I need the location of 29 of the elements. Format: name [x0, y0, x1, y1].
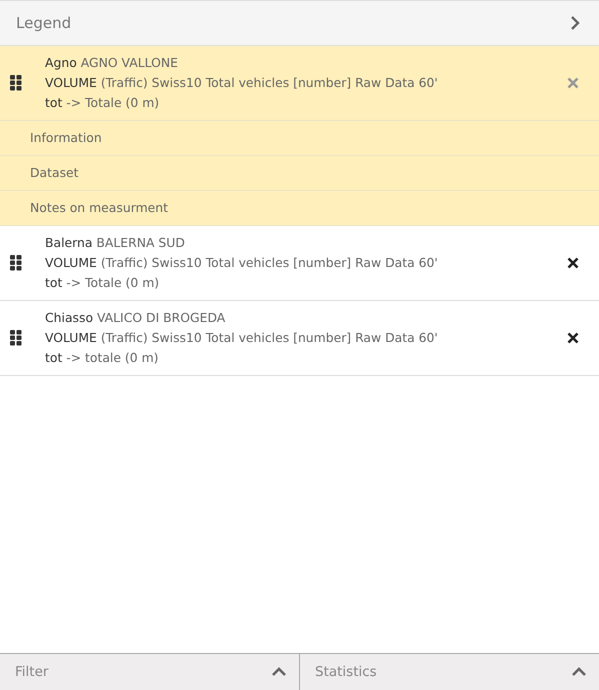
drag-handle-icon[interactable]: [10, 75, 22, 91]
chevron-up-icon: [571, 667, 587, 677]
submenu-item[interactable]: Dataset: [0, 156, 599, 191]
panel-tab[interactable]: Statistics: [299, 654, 599, 690]
drag-handle-icon[interactable]: [10, 255, 22, 271]
station-name: Chiasso VALICO DI BROGEDA: [45, 309, 226, 327]
measure-description: VOLUME (Traffic) Swiss10 Total vehicles [number] Raw Data 60': [45, 254, 439, 272]
chevron-up-icon: [271, 667, 287, 677]
measure-description: VOLUME (Traffic) Swiss10 Total vehicles [number] Raw Data 60': [45, 74, 439, 92]
panel-tab[interactable]: Filter: [0, 654, 299, 690]
sensor-info: tot -> Totale (0 m): [45, 274, 160, 292]
legend-entry[interactable]: Balerna BALERNA SUD VOLUME (Traffic) Swiss10 Total vehicles [number] Raw Data 60' tot -> Totale (0 m): [0, 226, 599, 301]
sensor-info: tot -> totale (0 m): [45, 349, 160, 367]
panel-title: Filter: [15, 664, 48, 680]
chevron-right-icon: [569, 15, 581, 31]
close-icon[interactable]: [567, 332, 579, 344]
panel-title: Statistics: [315, 664, 377, 680]
sensor-info: tot -> Totale (0 m): [45, 94, 160, 112]
measure-description: VOLUME (Traffic) Swiss10 Total vehicles [number] Raw Data 60': [45, 329, 439, 347]
close-icon[interactable]: [567, 257, 579, 269]
legend-entry[interactable]: Agno AGNO VALLONE VOLUME (Traffic) Swiss10 Total vehicles [number] Raw Data 60' tot -> Totale (0 m): [0, 46, 599, 121]
submenu-item[interactable]: Notes on measurment: [0, 191, 599, 226]
legend-title: Legend: [16, 14, 72, 32]
station-name: Agno AGNO VALLONE: [45, 54, 179, 72]
station-name: Balerna BALERNA SUD: [45, 234, 186, 252]
legend-header[interactable]: Legend: [0, 0, 599, 46]
drag-handle-icon[interactable]: [10, 330, 22, 346]
submenu-item[interactable]: Information: [0, 121, 599, 156]
legend-entry[interactable]: Chiasso VALICO DI BROGEDA VOLUME (Traffic) Swiss10 Total vehicles [number] Raw Data 60' tot -> totale (0 m): [0, 301, 599, 376]
